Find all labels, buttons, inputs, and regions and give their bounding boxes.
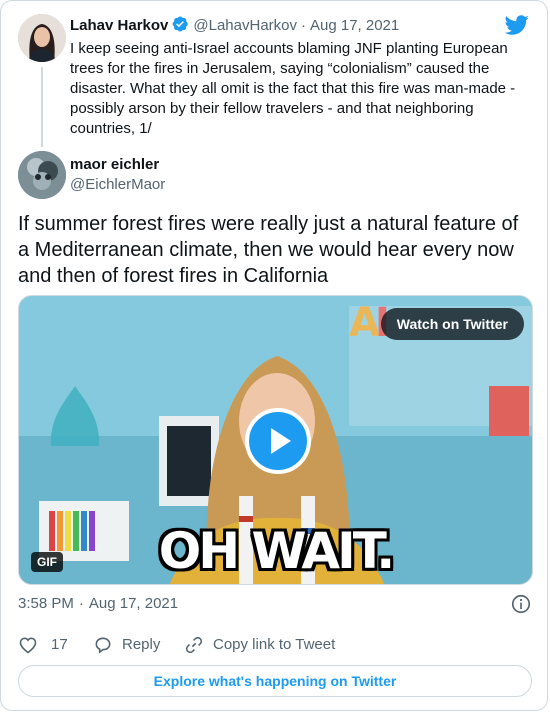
tweet-date[interactable]: Aug 17, 2021 [89,595,178,612]
avatar[interactable] [18,151,66,199]
gif-caption: OH WAIT. [158,522,395,580]
parent-tweet-header: Lahav Harkov @LahavHarkov · Aug 17, 2021 [70,15,399,36]
tweet-text: If summer forest fires were really just … [18,213,519,287]
dot-separator: · [301,17,306,34]
tweet-header: maor eichler [70,155,159,175]
info-icon[interactable] [510,593,532,615]
dot-separator: · [78,595,84,612]
heart-icon [19,637,37,654]
tweet-time[interactable]: 3:58 PM [18,595,74,612]
tweet-media[interactable]: A I Watch on Twitter OH WAIT. GIF [18,295,533,585]
reply-button[interactable]: Reply [93,635,173,655]
copy-link-label: Copy link to Tweet [213,636,336,653]
play-icon [271,428,291,454]
author-handle[interactable]: @EichlerMaor [70,175,165,195]
author-name[interactable]: maor eichler [70,156,159,173]
twitter-bird-icon[interactable] [505,13,529,37]
copy-link-button[interactable]: Copy link to Tweet [184,635,344,655]
like-button[interactable]: 17 [18,635,78,655]
tweet-timestamp[interactable]: 3:58 PM · Aug 17, 2021 [18,594,178,614]
gif-badge: GIF [31,552,63,572]
author-name[interactable]: Lahav Harkov [70,17,168,34]
thread-line [41,67,43,147]
author-handle[interactable]: @LahavHarkov [193,17,297,34]
explore-twitter-button[interactable]: Explore what's happening on Twitter [18,665,532,697]
like-count: 17 [51,636,68,653]
parent-tweet-text: I keep seeing anti-Israel accounts blami… [70,40,516,137]
avatar[interactable] [18,14,66,62]
reply-icon [95,637,111,654]
tweet-date[interactable]: Aug 17, 2021 [310,17,399,34]
embedded-tweet-card: Lahav Harkov @LahavHarkov · Aug 17, 2021 I … [0,0,548,711]
play-button[interactable] [245,408,311,474]
verified-badge-icon [173,16,189,32]
watch-on-twitter-button[interactable]: Watch on Twitter [380,308,524,340]
reply-label: Reply [122,636,161,653]
link-icon [185,636,203,654]
